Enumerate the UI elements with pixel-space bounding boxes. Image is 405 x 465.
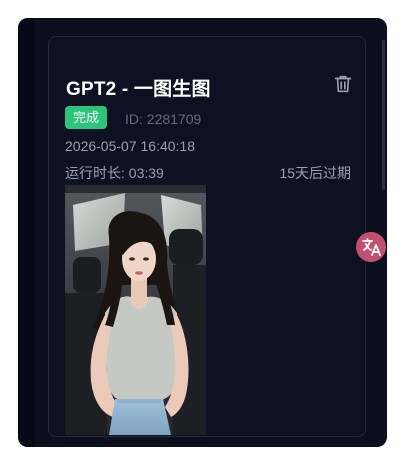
translate-icon xyxy=(362,238,381,256)
task-expiry: 15天后过期 xyxy=(279,165,351,181)
task-title: GPT2 - 一图生图 xyxy=(66,79,211,100)
task-datetime: 2026-05-07 16:40:18 xyxy=(65,138,195,154)
task-runtime: 运行时长: 03:39 xyxy=(65,165,164,181)
task-card: GPT2 - 一图生图 完成 ID: 2281709 2026-05-07 16… xyxy=(48,36,366,437)
trash-icon xyxy=(334,75,352,93)
status-badge: 完成 xyxy=(65,106,108,129)
translate-button[interactable] xyxy=(356,232,386,262)
task-panel: GPT2 - 一图生图 完成 ID: 2281709 2026-05-07 16… xyxy=(18,18,387,447)
panel-left-edge xyxy=(18,18,34,447)
delete-button[interactable] xyxy=(332,73,354,95)
scrollbar[interactable] xyxy=(382,40,385,190)
task-id: ID: 2281709 xyxy=(125,111,202,127)
result-image-thumbnail[interactable] xyxy=(65,185,206,435)
result-image xyxy=(65,185,206,435)
